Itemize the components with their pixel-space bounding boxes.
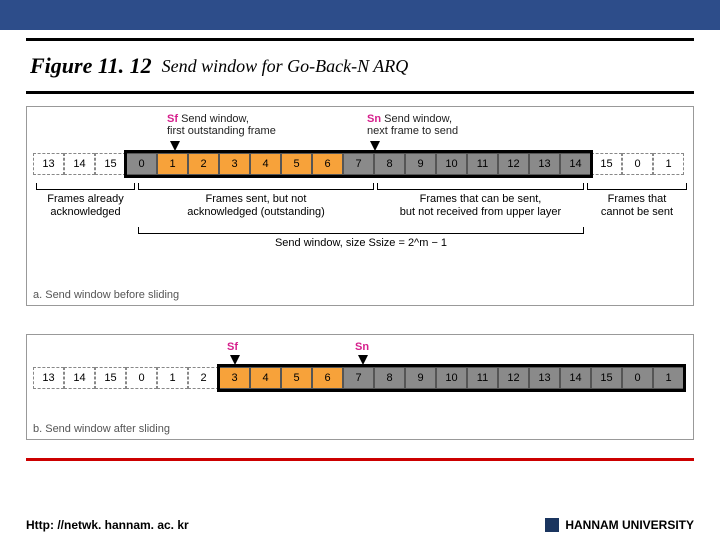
footer: Http: //netwk. hannam. ac. kr HANNAM UNI… (26, 518, 694, 532)
sf-pointer-b: Sf (227, 341, 238, 353)
frame-cell: 11 (467, 153, 498, 175)
frame-cell: 4 (250, 153, 281, 175)
frame-cell: 0 (622, 367, 653, 389)
frame-cell: 10 (436, 367, 467, 389)
frame-cell: 14 (64, 153, 95, 175)
red-divider (26, 458, 694, 461)
frame-cell: 11 (467, 367, 498, 389)
sf-symbol: Sf (167, 113, 178, 125)
sn-desc: Send window, next frame to send (367, 113, 458, 137)
sn-pointer-b: Sn (355, 341, 369, 353)
diagram-after-sliding: Sf Sn 131415012345678910111213141501 b. … (26, 334, 694, 440)
frame-cell: 5 (281, 153, 312, 175)
frame-cell: 13 (33, 367, 64, 389)
frame-cell: 4 (250, 367, 281, 389)
frame-cell: 1 (653, 153, 684, 175)
sf-arrow-icon (170, 141, 180, 151)
figure-title-bar: Figure 11. 12 Send window for Go-Back-N … (26, 38, 694, 94)
footer-right: HANNAM UNIVERSITY (545, 518, 694, 532)
sn-symbol: Sn (367, 113, 381, 125)
label-cannot: Frames that cannot be sent (587, 193, 687, 219)
frame-cell: 13 (529, 367, 560, 389)
frame-cell: 15 (591, 367, 622, 389)
frame-cell: 1 (157, 153, 188, 175)
frame-cell: 14 (64, 367, 95, 389)
sf-arrow-b-icon (230, 355, 240, 365)
sn-pointer: Sn Send window, next frame to send (367, 113, 458, 137)
brace-outstanding (138, 189, 374, 190)
frame-cell: 12 (498, 153, 529, 175)
frame-cell: 15 (95, 153, 126, 175)
frame-cell: 1 (157, 367, 188, 389)
subcaption-b: b. Send window after sliding (33, 423, 170, 435)
frame-cell: 12 (498, 367, 529, 389)
brace-ack (36, 189, 135, 190)
frame-cell: 0 (126, 153, 157, 175)
sf-symbol-b: Sf (227, 341, 238, 353)
frame-cell: 14 (560, 153, 591, 175)
sn-symbol-b: Sn (355, 341, 369, 353)
label-outstanding: Frames sent, but not acknowledged (outst… (138, 193, 374, 219)
frame-cell: 14 (560, 367, 591, 389)
frame-cell: 3 (219, 153, 250, 175)
sf-desc: Send window, first outstanding frame (167, 113, 276, 137)
top-accent-bar (0, 0, 720, 30)
brace-cannot (587, 189, 687, 190)
figure-caption: Send window for Go-Back-N ARQ (162, 56, 409, 77)
frame-cell: 9 (405, 153, 436, 175)
label-acknowledged: Frames already acknowledged (36, 193, 135, 219)
diagram-before-sliding: Sf Send window, first outstanding frame … (26, 106, 694, 306)
sn-arrow-icon (370, 141, 380, 151)
university-logo-icon (545, 518, 559, 532)
frame-cell: 1 (653, 367, 684, 389)
frame-cell: 2 (188, 153, 219, 175)
frame-cell: 2 (188, 367, 219, 389)
frame-cell: 8 (374, 153, 405, 175)
frame-cell: 15 (95, 367, 126, 389)
frame-cell: 10 (436, 153, 467, 175)
sn-arrow-b-icon (358, 355, 368, 365)
brace-window-size (138, 233, 584, 234)
frame-cell: 0 (126, 367, 157, 389)
frame-cell: 3 (219, 367, 250, 389)
frame-cell: 7 (343, 153, 374, 175)
footer-url: Http: //netwk. hannam. ac. kr (26, 518, 189, 532)
frame-cell: 7 (343, 367, 374, 389)
frame-cell: 0 (622, 153, 653, 175)
frame-cell: 6 (312, 153, 343, 175)
sf-pointer: Sf Send window, first outstanding frame (167, 113, 276, 137)
frame-cell: 13 (33, 153, 64, 175)
label-window-size: Send window, size Ssize = 2^m − 1 (138, 237, 584, 250)
subcaption-a: a. Send window before sliding (33, 289, 179, 301)
footer-university: HANNAM UNIVERSITY (565, 518, 694, 532)
frame-cell: 5 (281, 367, 312, 389)
frame-cell: 8 (374, 367, 405, 389)
figure-number: Figure 11. 12 (30, 53, 152, 79)
frame-cell: 6 (312, 367, 343, 389)
brace-cansend (377, 189, 584, 190)
frame-cell: 15 (591, 153, 622, 175)
label-cansend: Frames that can be sent, but not receive… (377, 193, 584, 219)
frame-cell: 9 (405, 367, 436, 389)
frame-cell: 13 (529, 153, 560, 175)
